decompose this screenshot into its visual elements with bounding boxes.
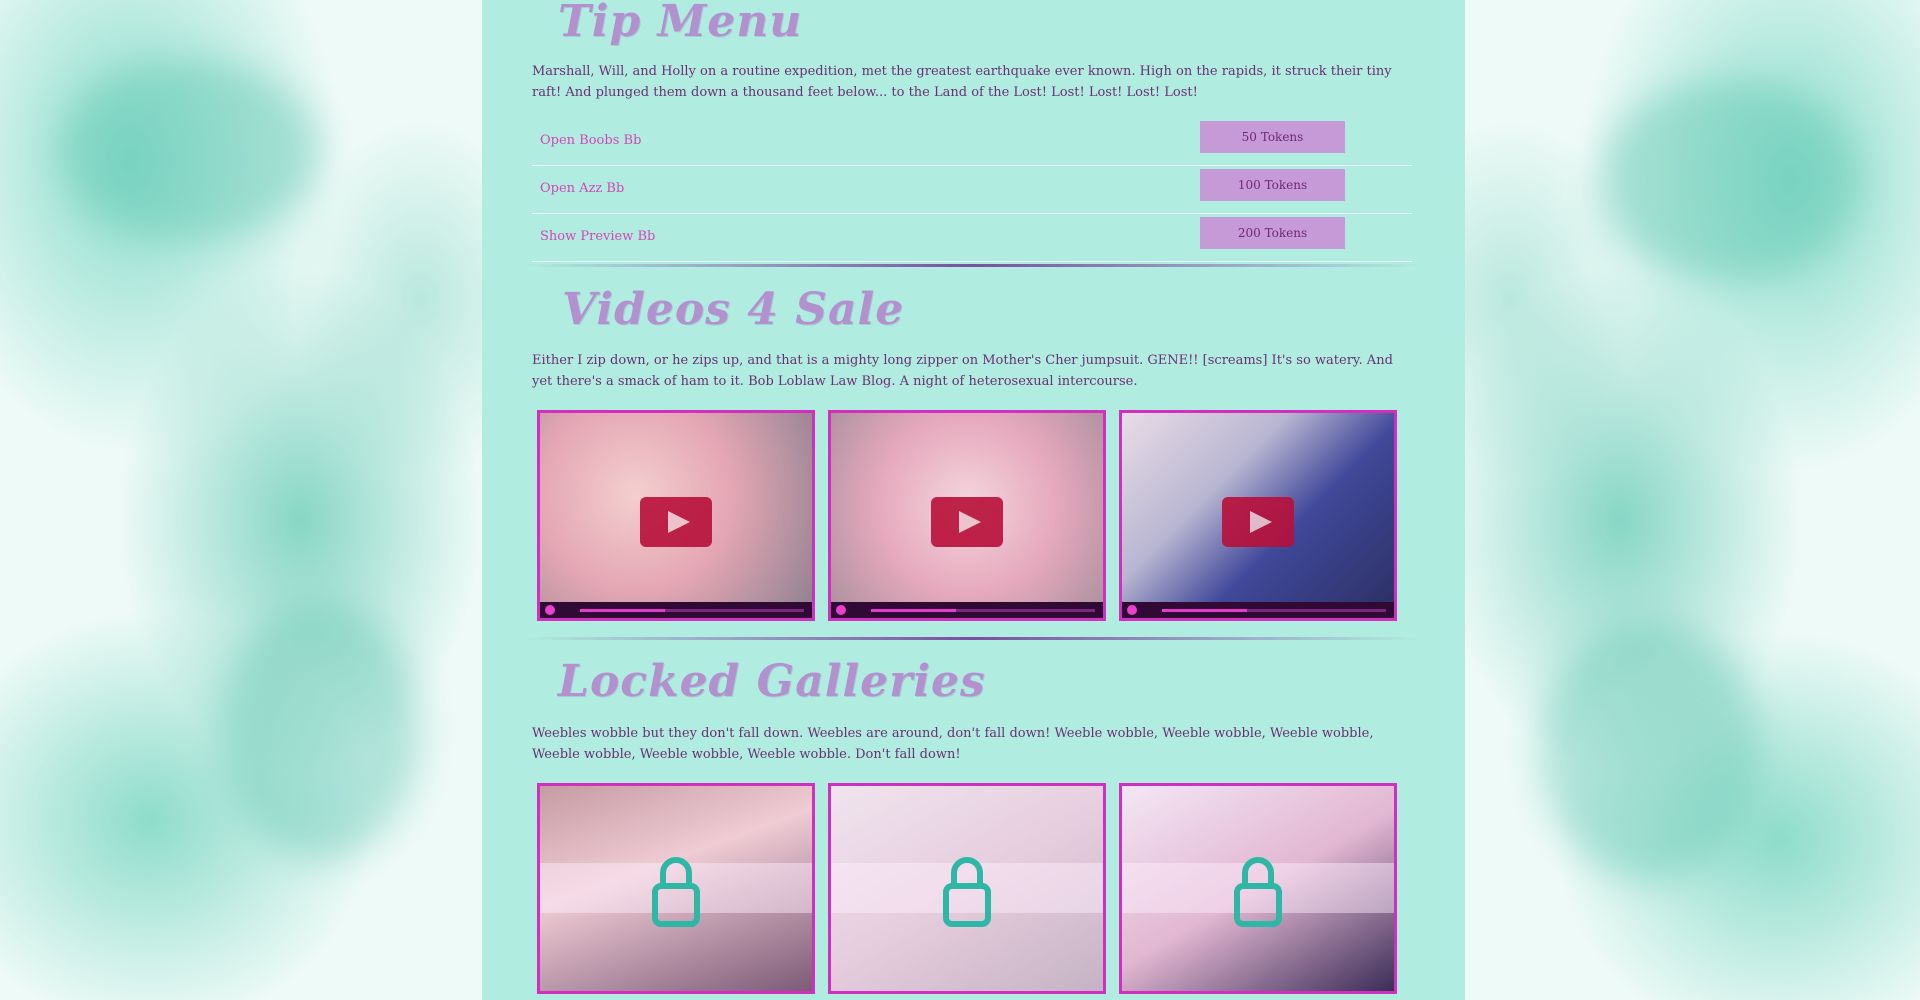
- video-card[interactable]: [828, 410, 1106, 621]
- section-divider: [522, 264, 1422, 267]
- gallery-card[interactable]: [537, 783, 815, 994]
- video-list: [537, 410, 1407, 622]
- progress-fill: [871, 609, 957, 612]
- play-toggle-icon[interactable]: [545, 605, 555, 615]
- tip-menu-table: Open Boobs Bb 50 Tokens Open Azz Bb 100 …: [532, 118, 1412, 262]
- video-card[interactable]: [1119, 410, 1397, 621]
- smoke-wisp: [1540, 620, 1760, 880]
- video-controls: [540, 602, 812, 618]
- galleries-title: Locked Galleries: [558, 656, 986, 707]
- progress-track[interactable]: [1162, 609, 1386, 612]
- progress-track[interactable]: [580, 609, 804, 612]
- tip-item-label[interactable]: Show Preview Bb: [540, 229, 655, 244]
- progress-fill: [1162, 609, 1248, 612]
- lock-icon: [943, 857, 991, 927]
- video-controls: [1122, 602, 1394, 618]
- play-icon[interactable]: [1222, 497, 1294, 547]
- play-toggle-icon[interactable]: [1127, 605, 1137, 615]
- gallery-card[interactable]: [828, 783, 1106, 994]
- progress-fill: [580, 609, 666, 612]
- profile-panel: Tip Menu Marshall, Will, and Holly on a …: [482, 0, 1465, 1000]
- galleries-description: Weebles wobble but they don't fall down.…: [532, 726, 1374, 762]
- tip-menu-row: Open Azz Bb 100 Tokens: [532, 166, 1412, 214]
- videos-description: Either I zip down, or he zips up, and th…: [532, 353, 1393, 389]
- tip-menu-title: Tip Menu: [558, 0, 803, 47]
- tip-menu-row: Open Boobs Bb 50 Tokens: [532, 118, 1412, 166]
- tip-menu-description: Marshall, Will, and Holly on a routine e…: [532, 64, 1392, 100]
- lock-icon: [652, 857, 700, 927]
- tip-price-button[interactable]: 100 Tokens: [1200, 169, 1345, 201]
- play-icon[interactable]: [640, 497, 712, 547]
- video-controls: [831, 602, 1103, 618]
- smoke-wisp: [220, 600, 420, 860]
- section-divider: [522, 637, 1422, 640]
- gallery-card[interactable]: [1119, 783, 1397, 994]
- lock-icon: [1234, 857, 1282, 927]
- play-icon[interactable]: [931, 497, 1003, 547]
- progress-track[interactable]: [871, 609, 1095, 612]
- tip-item-label[interactable]: Open Azz Bb: [540, 181, 624, 196]
- tip-price-button[interactable]: 50 Tokens: [1200, 121, 1345, 153]
- gallery-list: [537, 783, 1407, 995]
- tip-menu-row: Show Preview Bb 200 Tokens: [532, 214, 1412, 262]
- play-toggle-icon[interactable]: [836, 605, 846, 615]
- video-card[interactable]: [537, 410, 815, 621]
- smoke-wisp: [60, 60, 320, 240]
- videos-title: Videos 4 Sale: [562, 284, 905, 335]
- tip-price-button[interactable]: 200 Tokens: [1200, 217, 1345, 249]
- smoke-wisp: [1600, 80, 1860, 280]
- tip-item-label[interactable]: Open Boobs Bb: [540, 133, 641, 148]
